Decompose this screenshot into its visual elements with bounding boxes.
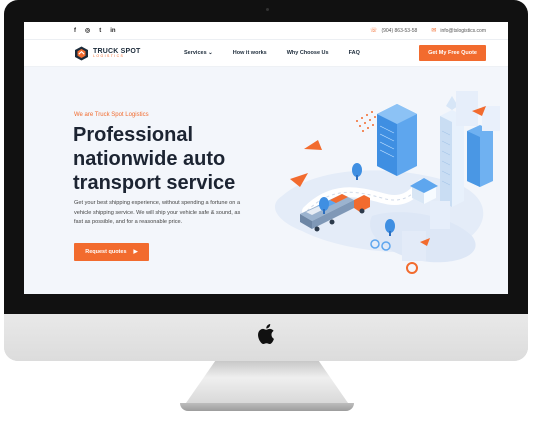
- hero-description: Get your best shipping experience, witho…: [74, 200, 241, 225]
- twitter-icon[interactable]: t: [99, 28, 101, 34]
- free-quote-button[interactable]: Get My Free Quote: [419, 45, 486, 61]
- top-bar: f ◎ t in ☏ (904) 863-53-58 ✉ info@tslogi…: [24, 22, 508, 40]
- monitor-stand-base: [180, 403, 354, 411]
- truck-spot-logo-icon: [75, 46, 88, 60]
- instagram-icon[interactable]: ◎: [85, 27, 90, 34]
- logo-text: TRUCK SPOT LOGISTICS: [93, 48, 141, 59]
- social-links: f ◎ t in: [74, 27, 116, 35]
- hero-section: We are Truck Spot Logistics Professional…: [24, 66, 508, 294]
- hero-eyebrow: We are Truck Spot Logistics: [74, 112, 149, 118]
- nav-item-faq[interactable]: FAQ: [349, 50, 360, 56]
- nav-item-why-choose-us[interactable]: Why Choose Us: [287, 50, 329, 56]
- play-arrow-icon: ▶: [133, 249, 138, 255]
- site-logo[interactable]: TRUCK SPOT LOGISTICS: [74, 46, 184, 61]
- email-contact[interactable]: ✉ info@tslogistics.com: [431, 27, 486, 35]
- website-screen: f ◎ t in ☏ (904) 863-53-58 ✉ info@tslogi…: [24, 22, 508, 294]
- ring-icon: [406, 262, 418, 274]
- nav-item-how-it-works[interactable]: How it works: [233, 50, 267, 56]
- apple-logo-icon: [258, 324, 274, 345]
- request-quotes-button[interactable]: Request quotes ▶: [74, 243, 149, 261]
- main-nav: TRUCK SPOT LOGISTICS Services ⌄ How it w…: [24, 40, 508, 67]
- dot-grid-icon: [356, 111, 379, 132]
- linkedin-icon[interactable]: in: [110, 28, 115, 34]
- nav-item-services[interactable]: Services ⌄: [184, 50, 213, 56]
- isometric-city-illustration: [274, 91, 500, 274]
- phone-contact[interactable]: ☏ (904) 863-53-58: [369, 27, 418, 35]
- mail-icon: ✉: [431, 28, 437, 34]
- facebook-icon[interactable]: f: [74, 28, 76, 34]
- phone-icon: ☏: [369, 28, 378, 34]
- logo-subtitle: LOGISTICS: [93, 53, 125, 58]
- phone-number: (904) 863-53-58: [381, 27, 418, 34]
- contact-info: ☏ (904) 863-53-58 ✉ info@tslogistics.com: [369, 27, 486, 35]
- email-address: info@tslogistics.com: [440, 27, 486, 34]
- request-quotes-label: Request quotes: [85, 249, 127, 255]
- camera-dot: [266, 8, 269, 11]
- nav-menu: Services ⌄ How it works Why Choose Us FA…: [184, 50, 419, 56]
- hero-headline: Professional nationwide auto transport s…: [73, 124, 236, 194]
- monitor-stand: [186, 361, 348, 403]
